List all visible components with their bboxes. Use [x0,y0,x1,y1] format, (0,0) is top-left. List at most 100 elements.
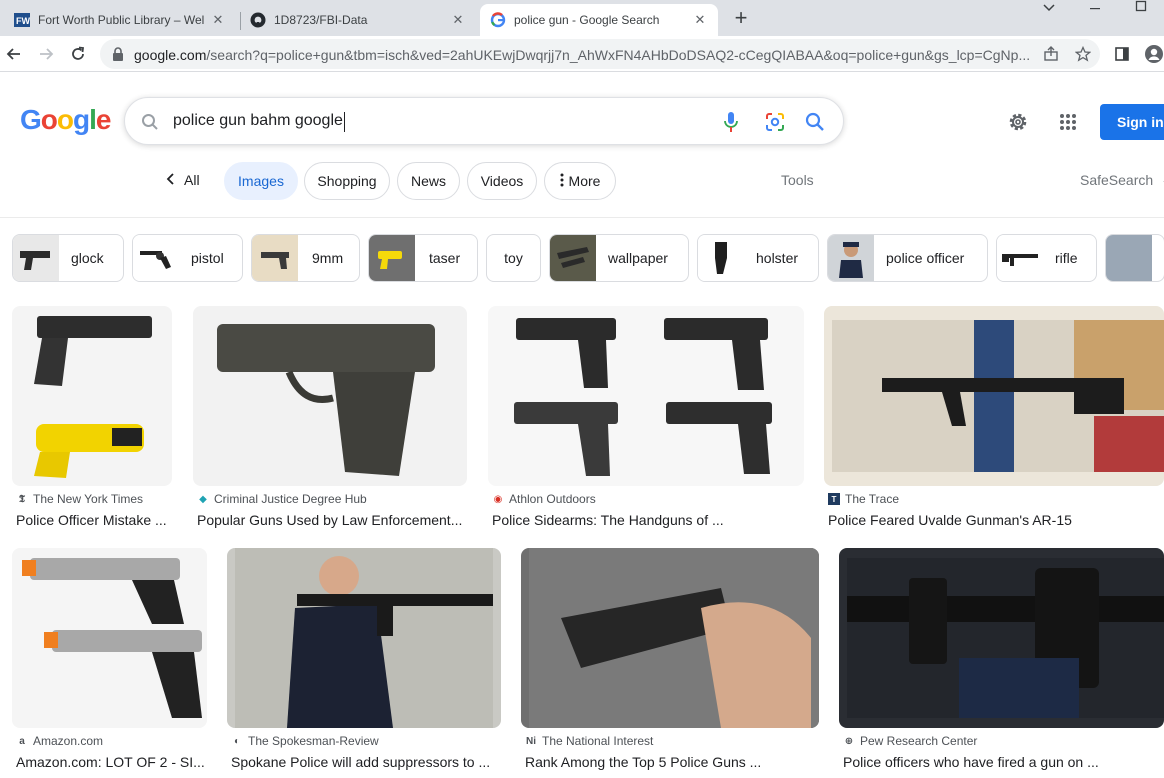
result-title[interactable]: Police officers who have fired a gun on … [843,754,1163,770]
chip-wallpaper[interactable]: wallpaper [549,234,689,282]
image-result[interactable]: a Amazon.com Amazon.com: LOT OF 2 - SI... [12,548,212,778]
close-tab-icon[interactable]: ✕ [450,12,466,28]
browser-toolbar: google.com/search?q=police+gun&tbm=isch&… [0,36,1164,72]
maximize-icon[interactable] [1118,0,1164,18]
share-icon[interactable] [1042,45,1060,63]
search-submit-icon[interactable] [803,110,827,134]
taser-thumbnail-icon [369,235,415,281]
image-result[interactable]: ◐ The Spokesman-Review Spokane Police wil… [227,548,507,778]
result-title[interactable]: Rank Among the Top 5 Police Guns ... [525,754,821,770]
tab-more[interactable]: More [544,162,616,200]
source-name: Amazon.com [33,734,104,748]
google-icon [490,12,506,28]
address-bar[interactable]: google.com/search?q=police+gun&tbm=isch&… [100,39,1100,69]
chip-holster[interactable]: holster [697,234,819,282]
chip-label: rifle [1055,250,1078,266]
result-title[interactable]: Police Sidearms: The Handguns of ... [492,512,802,528]
result-title[interactable]: Spokane Police will add suppressors to .… [231,754,497,770]
chip-9mm[interactable]: 9mm [251,234,360,282]
forward-arrow-icon[interactable] [34,42,58,66]
source-name: The Trace [845,492,900,506]
rifle-thumbnail-icon [1106,235,1152,281]
national-interest-favicon-icon: Ni [526,735,536,747]
chip-label: holster [756,250,799,266]
chip-label: 9mm [312,250,344,266]
tab-videos[interactable]: Videos [467,162,537,200]
side-panel-icon[interactable] [1110,42,1134,66]
result-source: 𝕿 The New York Times [16,492,143,506]
image-result[interactable]: ◆ Criminal Justice Degree Hub Popular Gun… [193,306,473,536]
settings-gear-icon[interactable] [1006,110,1030,134]
result-source: ◐ The Spokesman-Review [231,734,379,748]
tab-google-search[interactable]: police gun - Google Search ✕ [480,4,718,36]
result-source: ⊕ Pew Research Center [843,734,978,748]
safesearch-menu[interactable]: SafeSearch [1080,172,1164,189]
image-result[interactable]: 𝕿 The New York Times Police Officer Mista… [12,306,182,536]
chip-taser[interactable]: taser [368,234,478,282]
image-result[interactable]: T The Trace Police Feared Uvalde Gunman's… [824,306,1164,536]
more-label: More [568,173,601,189]
result-title[interactable]: Popular Guns Used by Law Enforcement... [197,512,467,528]
tools-button[interactable]: Tools [781,172,814,188]
result-image-glock-taser[interactable] [12,306,172,486]
all-results-link[interactable]: All [166,172,200,188]
9mm-thumbnail-icon [252,235,298,281]
chip-police-officer[interactable]: police officer [827,234,988,282]
close-tab-icon[interactable]: ✕ [210,12,226,28]
close-tab-icon[interactable]: ✕ [692,12,708,28]
result-source: T The Trace [828,492,899,506]
lock-icon[interactable] [112,47,124,66]
svg-text:FW: FW [16,16,30,26]
tab-title: police gun - Google Search [514,13,660,27]
chip-toy[interactable]: toy [486,234,541,282]
image-result[interactable]: ◉ Athlon Outdoors Police Sidearms: The Ha… [488,306,808,536]
url-domain: google.com [134,47,207,63]
github-icon [250,12,266,28]
source-name: The New York Times [33,492,144,506]
result-image-ar15[interactable] [824,306,1164,486]
chip-glock[interactable]: glock [12,234,124,282]
sign-in-button[interactable]: Sign in [1100,104,1164,140]
google-apps-grid-icon[interactable] [1056,110,1080,134]
result-title[interactable]: Police Feared Uvalde Gunman's AR-15 [828,512,1158,528]
chip-pistol[interactable]: pistol [132,234,243,282]
google-lens-camera-icon[interactable] [763,110,787,134]
image-result[interactable]: ⊕ Pew Research Center Police officers who… [839,548,1164,778]
text-caret [344,112,345,132]
holster-thumbnail-icon [698,235,744,281]
voice-search-mic-icon[interactable] [719,110,743,134]
chip-more-rifles[interactable] [1105,234,1164,282]
tab-fort-worth-library[interactable]: FW Fort Worth Public Library – Welco ✕ [4,4,236,36]
result-image-glock[interactable] [193,306,467,486]
search-nav-bar: All Images Shopping News Videos More Too… [0,160,1164,218]
more-vertical-dots-icon [560,164,564,200]
chip-label: wallpaper [608,250,668,266]
tab-news[interactable]: News [397,162,460,200]
result-image-handgun-hand[interactable] [521,548,819,728]
tab-search-chevron-icon[interactable] [1026,0,1072,18]
result-image-handguns[interactable] [488,306,804,486]
tab-title: Fort Worth Public Library – Welco [38,13,204,27]
tab-images[interactable]: Images [224,162,298,200]
google-doodle-logo[interactable]: Google [20,104,111,136]
new-tab-button[interactable]: + [730,7,752,30]
back-arrow-icon[interactable] [2,42,26,66]
result-title[interactable]: Amazon.com: LOT OF 2 - SI... [16,754,206,770]
result-image-toy-guns[interactable] [12,548,207,728]
image-result[interactable]: Ni The National Interest Rank Among the T… [521,548,821,778]
chip-rifle[interactable]: rifle [996,234,1097,282]
chip-label: glock [71,250,104,266]
cjd-favicon-icon: ◆ [199,493,207,505]
profile-avatar-icon[interactable] [1142,42,1164,66]
tab-shopping[interactable]: Shopping [304,162,390,200]
minimize-icon[interactable] [1072,0,1118,18]
browser-tab-bar: FW Fort Worth Public Library – Welco ✕ 1… [0,0,1164,36]
result-image-duty-belt[interactable] [839,548,1164,728]
source-name: The National Interest [542,734,654,748]
tab-github-fbi-data[interactable]: 1D8723/FBI-Data ✕ [240,4,476,36]
search-input[interactable] [173,108,693,134]
bookmark-star-icon[interactable] [1074,45,1092,63]
result-title[interactable]: Police Officer Mistake ... [16,512,176,528]
result-image-officer-rifle[interactable] [227,548,501,728]
reload-icon[interactable] [66,42,90,66]
